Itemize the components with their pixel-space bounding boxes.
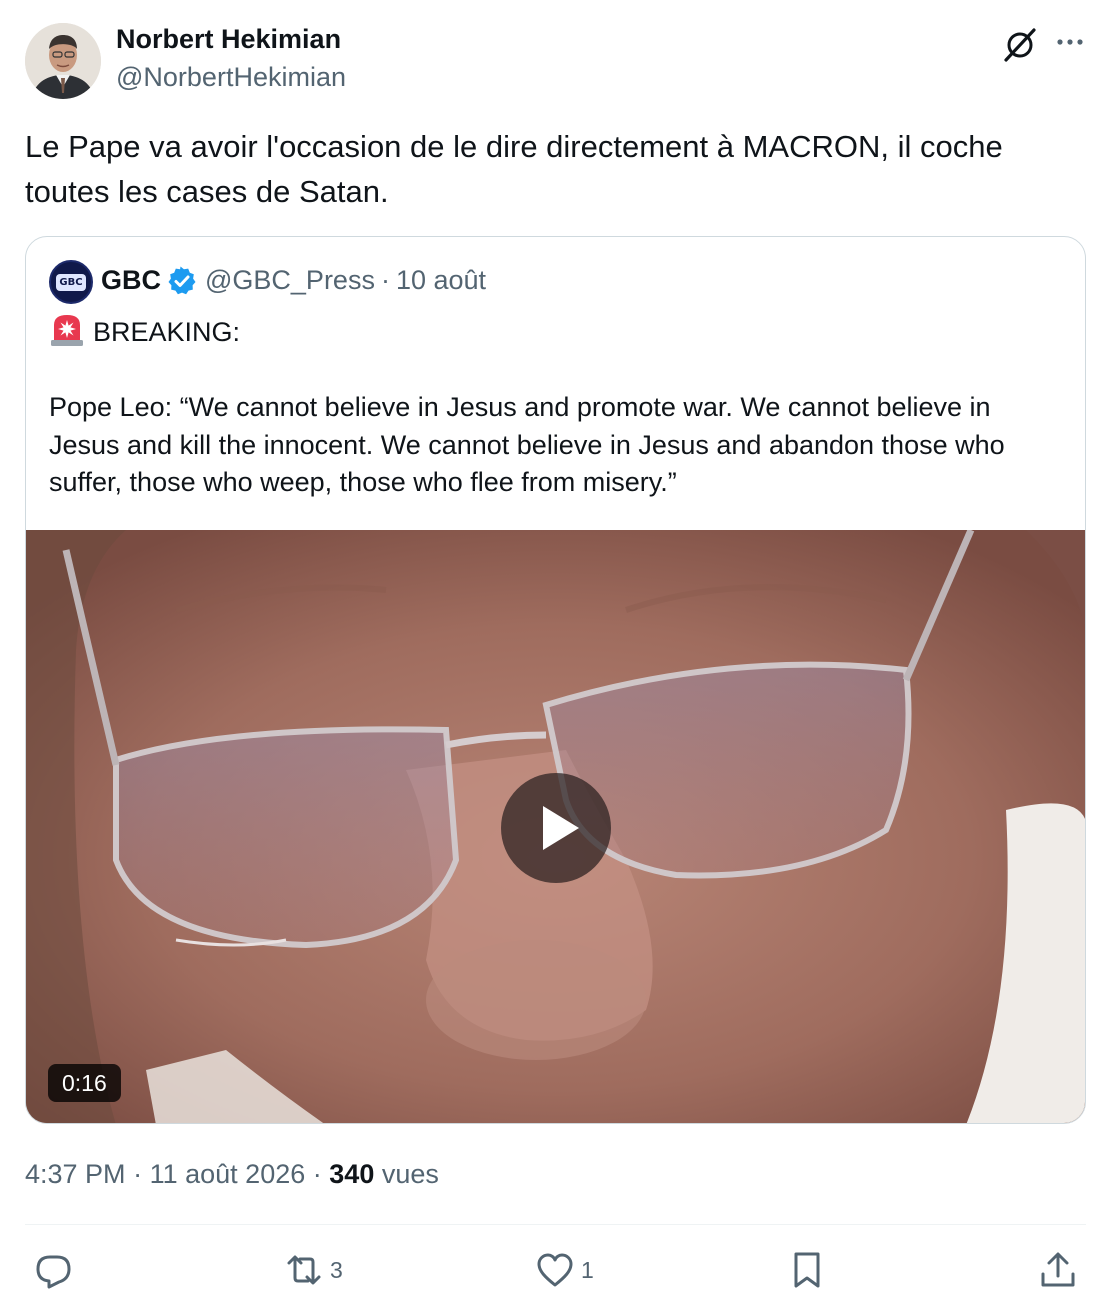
quoted-avatar-logo: GBC <box>56 273 86 291</box>
reply-button[interactable] <box>34 1248 74 1292</box>
quoted-avatar[interactable]: GBC <box>49 260 93 304</box>
reply-icon <box>36 1255 71 1289</box>
like-icon <box>537 1253 573 1287</box>
tweet-meta: 4:37 PM · 11 août 2026 · 340 vues <box>25 1159 439 1190</box>
grok-icon[interactable] <box>1000 24 1040 64</box>
quoted-handle[interactable]: @GBC_Press <box>205 265 375 296</box>
author-avatar[interactable] <box>25 23 101 99</box>
quoted-separator: · <box>380 265 390 295</box>
retweet-button[interactable]: 3 <box>284 1248 343 1292</box>
like-button[interactable]: 1 <box>535 1248 594 1292</box>
play-icon <box>543 806 579 850</box>
quoted-tweet-card[interactable]: GBC GBC @GBC_Press · 10 août BREAKING: P… <box>25 236 1086 1124</box>
quoted-date[interactable]: 10 août <box>396 265 486 296</box>
verified-icon <box>167 266 197 296</box>
siren-emoji-icon <box>49 313 85 347</box>
video-duration: 0:16 <box>48 1064 121 1102</box>
meta-separator: · <box>312 1159 322 1189</box>
bookmark-button[interactable] <box>787 1248 827 1292</box>
quoted-body: BREAKING: Pope Leo: “We cannot believe i… <box>49 313 1059 502</box>
retweet-icon <box>287 1255 321 1285</box>
author-handle[interactable]: @NorbertHekimian <box>116 62 346 93</box>
views-count: 340 <box>329 1159 375 1189</box>
like-count: 1 <box>581 1256 594 1283</box>
quoted-name[interactable]: GBC <box>101 265 161 296</box>
video-player[interactable]: 0:16 <box>26 530 1085 1123</box>
share-icon <box>1041 1252 1075 1287</box>
bookmark-icon <box>794 1252 820 1288</box>
retweet-count: 3 <box>330 1256 343 1283</box>
breaking-label: BREAKING: <box>93 317 241 347</box>
meta-separator: · <box>133 1159 143 1189</box>
share-button[interactable] <box>1038 1248 1078 1292</box>
quoted-quote-text: Pope Leo: “We cannot believe in Jesus an… <box>49 392 1005 497</box>
author-name[interactable]: Norbert Hekimian <box>116 24 341 55</box>
tweet-text: Le Pape va avoir l'occasion de le dire d… <box>25 129 1003 209</box>
tweet-date[interactable]: 11 août 2026 <box>150 1159 306 1189</box>
more-icon[interactable] <box>1052 24 1088 60</box>
divider <box>25 1224 1086 1225</box>
quoted-header: GBC @GBC_Press · 10 août <box>101 265 486 296</box>
tweet-time[interactable]: 4:37 PM <box>25 1159 126 1189</box>
play-button[interactable] <box>501 773 611 883</box>
views-label: vues <box>381 1159 439 1189</box>
